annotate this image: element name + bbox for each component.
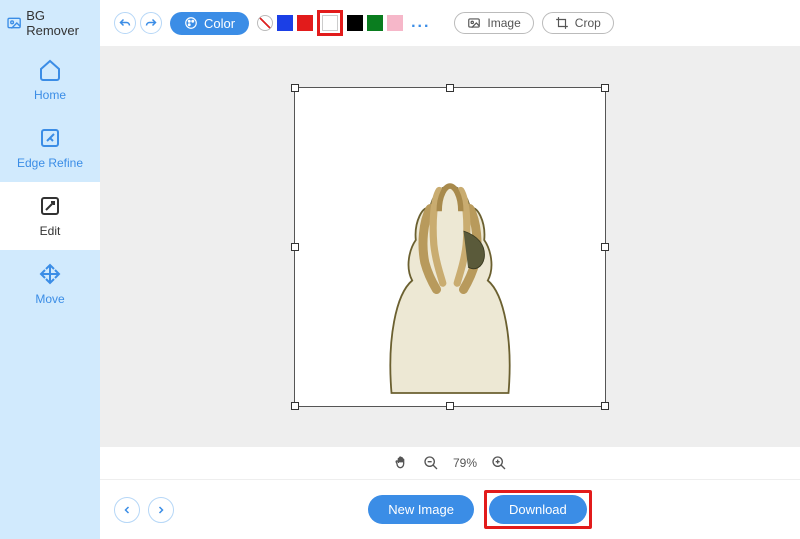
swatch-red[interactable] [297, 15, 313, 31]
chevron-right-icon [155, 504, 167, 516]
main-content: Color ... Image Crop [100, 0, 800, 539]
crop-button-label: Crop [575, 16, 601, 30]
selection-box[interactable] [294, 87, 606, 407]
swatch-pink[interactable] [387, 15, 403, 31]
sidebar-item-edge-refine[interactable]: Edge Refine [0, 114, 100, 182]
edge-refine-icon [38, 126, 62, 150]
sidebar-item-home[interactable]: Home [0, 46, 100, 114]
sidebar-item-label: Edit [40, 224, 61, 238]
pan-button[interactable] [393, 455, 409, 471]
logo-icon [6, 14, 22, 32]
sidebar-item-label: Edge Refine [17, 156, 83, 170]
redo-icon [145, 17, 157, 29]
bottom-actions: New Image Download [174, 490, 786, 529]
color-button[interactable]: Color [170, 12, 249, 35]
home-icon [38, 58, 62, 82]
highlighted-download: Download [484, 490, 592, 529]
resize-handle-tm[interactable] [446, 84, 454, 92]
swatch-transparent[interactable] [257, 15, 273, 31]
undo-icon [119, 17, 131, 29]
zoom-out-button[interactable] [423, 455, 439, 471]
history-controls [114, 12, 162, 34]
download-button[interactable]: Download [489, 495, 587, 524]
resize-handle-ml[interactable] [291, 243, 299, 251]
prev-button[interactable] [114, 497, 140, 523]
sidebar-item-move[interactable]: Move [0, 250, 100, 318]
resize-handle-mr[interactable] [601, 243, 609, 251]
sidebar-item-edit[interactable]: Edit [0, 182, 100, 250]
zoom-in-button[interactable] [491, 455, 507, 471]
zoom-out-icon [423, 455, 439, 471]
resize-handle-bl[interactable] [291, 402, 299, 410]
sidebar-item-label: Move [35, 292, 64, 306]
image-button-label: Image [487, 16, 520, 30]
subject-image[interactable] [295, 88, 605, 406]
nav-arrows [114, 497, 174, 523]
chevron-left-icon [121, 504, 133, 516]
image-icon [467, 16, 481, 30]
sidebar: BG Remover Home Edge Refine Edit Move [0, 0, 100, 539]
more-colors-button[interactable]: ... [407, 14, 434, 32]
edit-icon [38, 194, 62, 218]
swatch-white[interactable] [322, 15, 338, 31]
zoom-bar: 79% [100, 446, 800, 479]
palette-icon [184, 16, 198, 30]
crop-icon [555, 16, 569, 30]
zoom-in-icon [491, 455, 507, 471]
app-logo: BG Remover [0, 0, 100, 46]
image-button[interactable]: Image [454, 12, 533, 34]
move-icon [38, 262, 62, 286]
hand-icon [393, 455, 409, 471]
resize-handle-tr[interactable] [601, 84, 609, 92]
resize-handle-br[interactable] [601, 402, 609, 410]
sidebar-item-label: Home [34, 88, 66, 102]
next-button[interactable] [148, 497, 174, 523]
undo-button[interactable] [114, 12, 136, 34]
color-button-label: Color [204, 16, 235, 31]
swatch-green[interactable] [367, 15, 383, 31]
crop-button[interactable]: Crop [542, 12, 614, 34]
highlighted-swatch [317, 10, 343, 36]
canvas-area[interactable] [100, 47, 800, 446]
toolbar: Color ... Image Crop [100, 0, 800, 47]
zoom-level: 79% [453, 456, 477, 470]
bottom-bar: New Image Download [100, 479, 800, 539]
app-title: BG Remover [26, 8, 94, 38]
new-image-button[interactable]: New Image [368, 495, 474, 524]
resize-handle-bm[interactable] [446, 402, 454, 410]
swatch-blue[interactable] [277, 15, 293, 31]
redo-button[interactable] [140, 12, 162, 34]
resize-handle-tl[interactable] [291, 84, 299, 92]
swatch-black[interactable] [347, 15, 363, 31]
color-swatches: ... [257, 10, 434, 36]
